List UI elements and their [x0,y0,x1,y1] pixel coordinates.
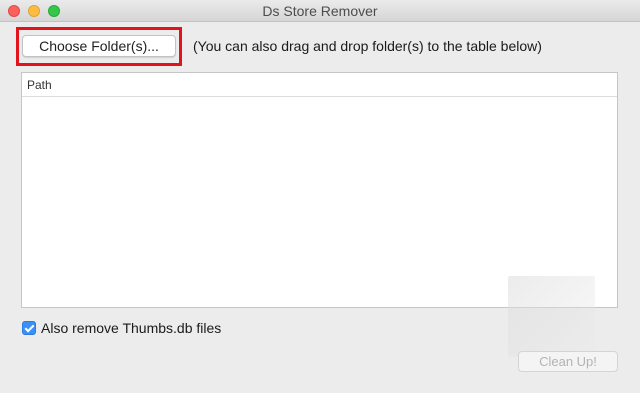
remove-thumbs-checkbox[interactable] [22,321,36,335]
clean-up-button[interactable]: Clean Up! [518,351,618,372]
drag-drop-hint: (You can also drag and drop folder(s) to… [193,38,542,54]
remove-thumbs-label[interactable]: Also remove Thumbs.db files [41,320,221,336]
watermark-logo [508,276,595,357]
remove-thumbs-option[interactable]: Also remove Thumbs.db files [22,320,221,336]
app-window: Ds Store Remover Choose Folder(s)... (Yo… [0,0,640,393]
window-title: Ds Store Remover [262,3,378,19]
column-header-path[interactable]: Path [22,73,617,97]
folder-table[interactable]: Path [21,72,618,308]
title-bar: Ds Store Remover [0,0,640,22]
choose-folders-button[interactable]: Choose Folder(s)... [22,35,176,57]
